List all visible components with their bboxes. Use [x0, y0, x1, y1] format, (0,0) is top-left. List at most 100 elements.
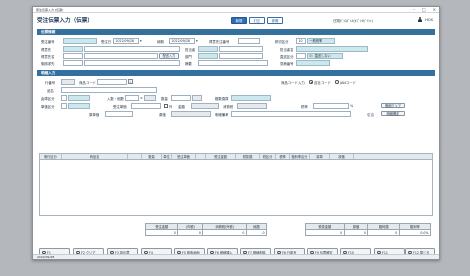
- new-button[interactable]: 新規: [231, 16, 247, 24]
- pct-label: %: [350, 104, 354, 108]
- product-code-input[interactable]: [97, 79, 127, 85]
- times-sign: ×: [140, 96, 143, 100]
- status-bar: 2022/09/28: [33, 254, 439, 259]
- dept-label: 部門: [185, 55, 192, 59]
- tax-rate-input[interactable]: 10: [296, 38, 306, 44]
- cost-amount-field: [171, 111, 211, 117]
- dept-name: [219, 53, 263, 59]
- total-value: 0: [245, 229, 268, 236]
- grid-column-header: 税率: [276, 154, 290, 159]
- ex-tax-label: 外: [169, 105, 173, 109]
- order-no-input[interactable]: [63, 38, 97, 44]
- due-date-input[interactable]: 2022/09/28: [169, 38, 195, 44]
- jan-code-radio[interactable]: [335, 80, 339, 84]
- row-no-label: 行番号: [45, 81, 56, 85]
- total-value: 0: [367, 229, 400, 236]
- customer-order-input[interactable]: [238, 38, 260, 44]
- grid-column-header: 明行区分: [40, 154, 62, 159]
- cost-input[interactable]: [105, 111, 133, 117]
- refer-button[interactable]: 参照: [267, 16, 283, 24]
- summary-input[interactable]: [198, 60, 268, 66]
- delivery-code-input[interactable]: [63, 53, 83, 59]
- direct-code-input[interactable]: [296, 53, 306, 59]
- total-value: 0: [343, 229, 369, 236]
- user-name: HOS: [425, 17, 433, 22]
- product-name-input[interactable]: [61, 87, 157, 93]
- product-code-label: 商品コード: [79, 81, 96, 85]
- amount-label: 金額: [178, 105, 185, 109]
- delivery-input-button[interactable]: 配送入力: [159, 53, 179, 59]
- quote-no-input[interactable]: [296, 60, 330, 66]
- delivery-name-field: [84, 53, 158, 59]
- detail-grid-body[interactable]: [39, 160, 433, 216]
- grid-column-header: 受注金額: [206, 154, 236, 159]
- order-date-input[interactable]: 2022/09/28: [113, 38, 139, 44]
- rep-name-label: 担当者名: [280, 48, 294, 52]
- section-header-slip: 伝票情報: [37, 29, 435, 35]
- detail-clear-button[interactable]: 明細クリア: [381, 102, 405, 108]
- total-value: 0: [305, 229, 345, 236]
- calendar-icon[interactable]: ▾: [140, 39, 142, 43]
- maximize-icon[interactable]: □: [422, 7, 426, 12]
- window-title: 受注伝票入力 [伝票]: [36, 7, 64, 12]
- name-label: 品名: [47, 89, 54, 93]
- total-value: 0: [144, 229, 179, 236]
- price-kind-label: 単価区分: [41, 105, 55, 109]
- own-code-radio[interactable]: [309, 80, 313, 84]
- order-date-label: 受注日: [101, 40, 112, 44]
- pieces-input[interactable]: [125, 95, 139, 101]
- totals-table-sales: 受注金額 (内税) 消費税(外税) 総額 0000: [144, 223, 268, 236]
- note-label: 明細備考: [215, 113, 229, 117]
- totals-table-profit: 税抜金額 原価 粗利額 粗利率 0 0 0 0.0%: [305, 223, 432, 236]
- warehouse-input[interactable]: [61, 95, 67, 101]
- total-value: 0: [202, 229, 247, 236]
- rep-name-field: [296, 46, 368, 52]
- qty-label: 数量: [161, 97, 168, 101]
- cases-input[interactable]: [144, 95, 156, 101]
- close-icon[interactable]: ×: [433, 7, 436, 12]
- tax-rate-detail-field[interactable]: [313, 103, 349, 109]
- unit-price-input[interactable]: [131, 103, 161, 109]
- customer-label: 得意先: [41, 48, 52, 52]
- cost-amount-label: 原価: [159, 113, 166, 117]
- tax-field: [237, 103, 267, 109]
- search-icon[interactable]: ⌕: [128, 79, 133, 84]
- invoice-code-input[interactable]: [63, 60, 83, 66]
- calendar-icon-2[interactable]: ▾: [196, 39, 198, 43]
- due-date-label: 納期: [157, 40, 164, 44]
- delivery-label: 得意先名: [41, 55, 55, 59]
- grid-column-header: 原単: [310, 154, 330, 159]
- app-window: 受注伝票入力 [伝票] – □ × 受注伝票入力（伝票） 新規 訂正 参照 日翔ｶﾞ…: [32, 6, 440, 260]
- total-value: 0: [177, 229, 204, 236]
- grid-column-header: 数量: [142, 154, 162, 159]
- sales-rep-input[interactable]: [198, 46, 218, 52]
- note-input[interactable]: [231, 111, 351, 117]
- amount-field: [191, 103, 219, 109]
- grid-column-header: 商品名: [62, 154, 128, 159]
- unit-price-label: 受注単価: [113, 105, 127, 109]
- warehouse-name: [68, 95, 90, 101]
- qty-input[interactable]: [171, 95, 191, 101]
- price-kind-input[interactable]: [61, 103, 67, 109]
- quote-label: 見積番号: [280, 62, 294, 66]
- dept-input[interactable]: [198, 53, 218, 59]
- user-icon: [418, 17, 423, 22]
- revise-button[interactable]: 訂正: [249, 16, 265, 24]
- customer-code-input[interactable]: [63, 46, 83, 52]
- invoice-name-field: [84, 60, 180, 66]
- code-input-label: 商品コード入力: [281, 81, 305, 85]
- grid-column-header: 税抜額: [236, 154, 260, 159]
- jan-code-label: JANコード: [340, 81, 356, 85]
- row-no-field: [61, 79, 75, 85]
- grid-column-header: 単位: [162, 154, 172, 159]
- grid-column-header: 原価: [330, 154, 354, 159]
- detail-grid-header: 明行区分 商品名 数量 単位 受注単価 受注金額 税抜額 税区分 税率 粗利率区分 原単 原価: [39, 153, 433, 160]
- user-info[interactable]: HOS: [418, 17, 433, 22]
- price-kind-name: [68, 103, 90, 109]
- grid-column-header: [128, 154, 142, 159]
- grid-column-header: [196, 154, 206, 159]
- ex-tax-checkbox[interactable]: [164, 104, 168, 108]
- minimize-icon[interactable]: –: [413, 7, 415, 12]
- grid-column-header: 受注単価: [172, 154, 196, 159]
- detail-confirm-button[interactable]: 明細確定: [381, 110, 405, 116]
